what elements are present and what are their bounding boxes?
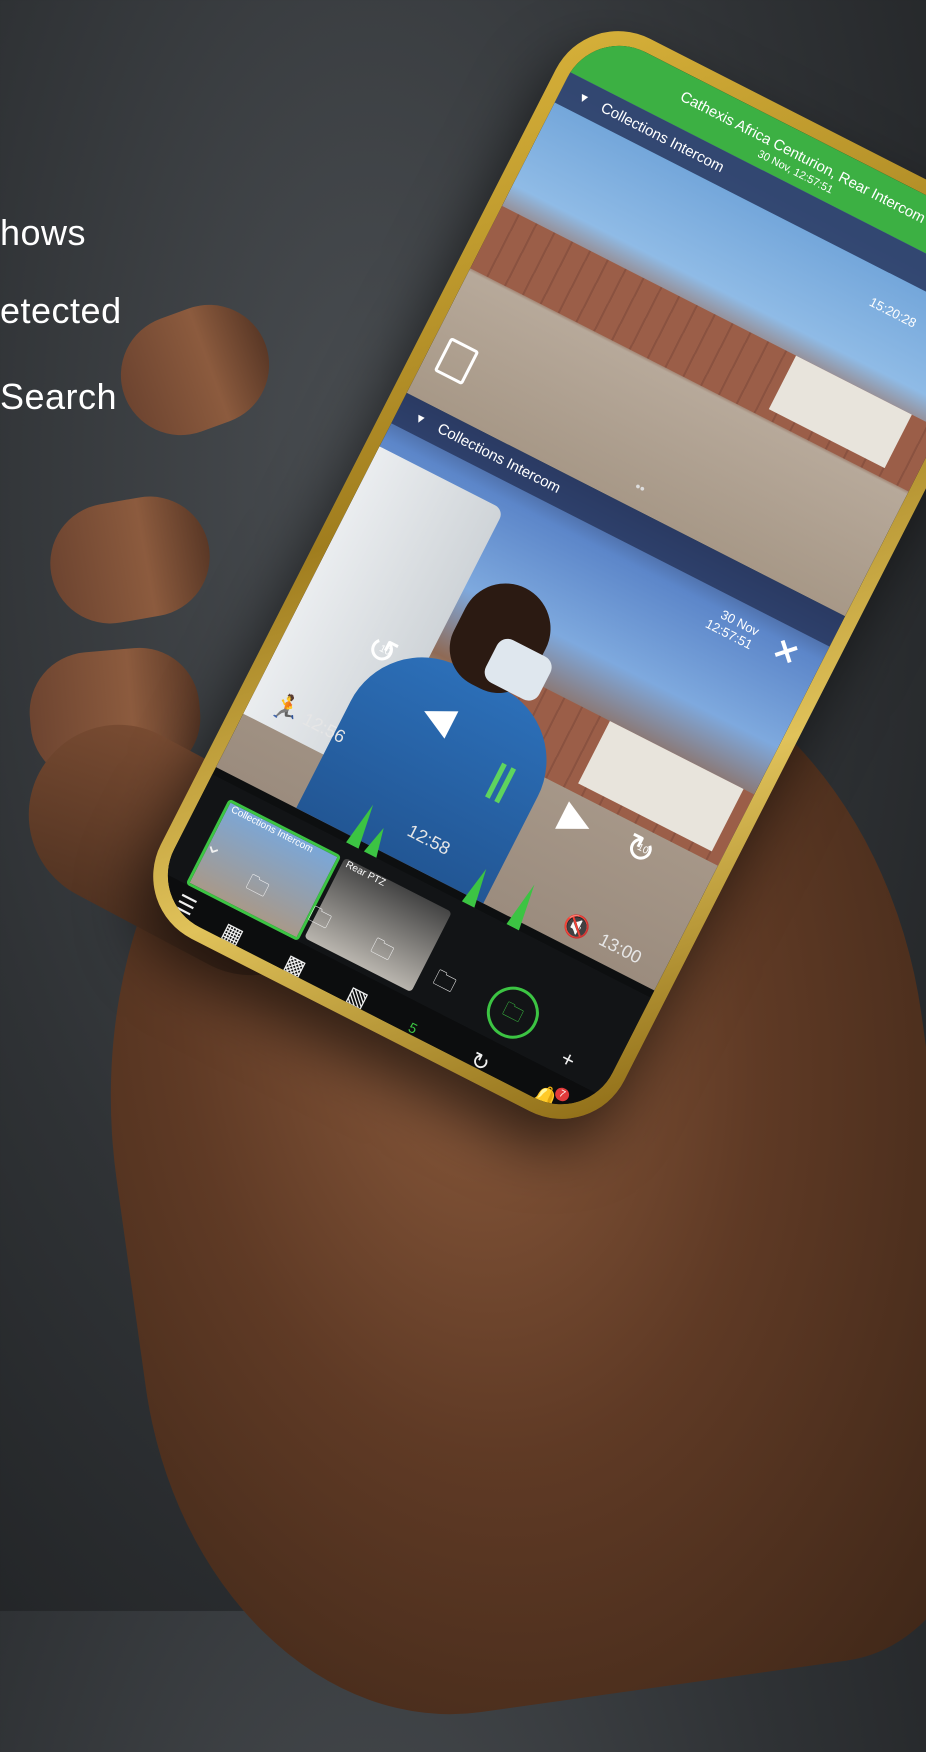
- camera-time-top: 15:20:28: [866, 294, 919, 331]
- camera-datetime-main: 30 Nov 12:57:51: [703, 603, 762, 652]
- activity-peak: [506, 881, 541, 931]
- menu-icon[interactable]: ☰: [171, 889, 201, 921]
- collapse-triangle-icon[interactable]: ▼: [571, 80, 597, 116]
- page-dots: ••: [632, 477, 649, 497]
- activity-peak: [461, 865, 493, 908]
- caption-3: Search: [0, 376, 118, 417]
- mute-icon[interactable]: 🔇: [558, 909, 595, 945]
- hand-finger: [104, 287, 286, 453]
- hand-finger: [40, 487, 220, 633]
- layout-icon[interactable]: ▦: [217, 918, 248, 951]
- caption-1: hows: [0, 212, 87, 253]
- timeline-label-3: 13:00: [595, 929, 645, 968]
- refresh-icon[interactable]: ↻: [466, 1046, 494, 1078]
- thumbnail-label: Rear PTZ: [343, 859, 388, 889]
- layout-count: 5: [405, 1019, 421, 1037]
- caption-2: etected: [0, 290, 122, 331]
- layout-count-icon[interactable]: 5: [404, 1013, 423, 1040]
- no-grid-icon[interactable]: ▧: [342, 981, 373, 1014]
- collapse-triangle-icon[interactable]: ▼: [407, 401, 433, 437]
- layout-grid-icon[interactable]: ▩: [280, 949, 310, 982]
- close-icon[interactable]: ✕: [766, 631, 804, 674]
- film-icon[interactable]: [433, 336, 480, 386]
